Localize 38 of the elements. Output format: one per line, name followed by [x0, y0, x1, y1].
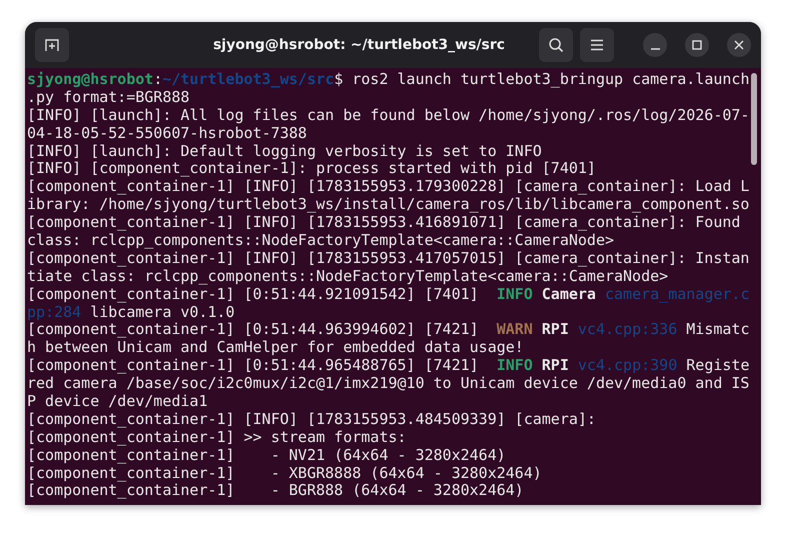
terminal-line: ibrary: /home/sjyong/turtlebot3_ws/install/camera_ros/lib/libcamera_component.so — [27, 196, 750, 214]
minimize-button[interactable] — [643, 33, 667, 57]
scrollbar-thumb[interactable] — [751, 73, 758, 165]
menu-button[interactable] — [580, 28, 614, 62]
terminal-line: sjyong@hsrobot:~/turtlebot3_ws/src$ ros2 launch turtlebot3_bringup camera.launch — [27, 71, 750, 89]
terminal-line: [component_container-1] [0:51:44.965488765] [7421] INFO RPI vc4.cpp:390 Registe — [27, 357, 750, 376]
terminal-line: [INFO] [launch]: All log files can be found below /home/sjyong/.ros/log/2026-07- — [27, 106, 750, 125]
minimize-icon — [650, 48, 660, 50]
new-tab-icon — [44, 37, 60, 53]
terminal-line: [INFO] [component_container-1]: process started with pid [7401] — [27, 160, 596, 178]
terminal-line: tiate class: rclcpp_components::NodeFactoryTemplate<camera::CameraNode> — [27, 268, 668, 286]
search-button[interactable] — [539, 28, 573, 62]
terminal-line: [component_container-1] >> stream formats: — [27, 428, 406, 447]
terminal-line: .py format:=BGR888 — [27, 88, 190, 107]
terminal-line: [INFO] [launch]: Default logging verbosity is set to INFO — [27, 142, 542, 160]
terminal-line: red camera /base/soc/i2c0mux/i2c@1/imx219@10 to Unicam device /dev/media0 and IS — [27, 375, 750, 394]
terminal-line: [component_container-1] - BGR888 (64x64 - 3280x2464) — [27, 482, 524, 500]
terminal-line: [component_container-1] [INFO] [1783155953.417057015] [camera_container]: Instan — [27, 250, 750, 268]
window-title: sjyong@hsrobot: ~/turtlebot3_ws/src — [212, 37, 506, 53]
terminal-line: [component_container-1] - NV21 (64x64 - 3280x2464) — [27, 446, 506, 465]
terminal-line: [component_container-1] [INFO] [1783155953.484509339] [camera]: — [27, 410, 596, 429]
terminal-line: h between Unicam and CamHelper for embedded data usage! — [27, 339, 524, 358]
terminal-line: pp:284 libcamera v0.1.0 — [27, 304, 235, 322]
terminal-line: 04-18-05-52-550607-hsrobot-7388 — [27, 124, 307, 143]
terminal-line: [component_container-1] - XBGR8888 (64x64 - 3280x2464) — [27, 464, 542, 482]
close-icon — [734, 40, 744, 50]
search-icon — [548, 37, 564, 53]
terminal-line: [component_container-1] [0:51:44.921091542] [7401] INFO Camera camera_manager.c — [27, 286, 750, 304]
terminal-line: P device /dev/media1 — [27, 393, 208, 411]
new-tab-button[interactable] — [35, 28, 69, 62]
menu-icon — [590, 39, 604, 51]
maximize-icon — [692, 40, 702, 50]
maximize-button[interactable] — [685, 33, 709, 57]
terminal-line: [component_container-1] [0:51:44.963994602] [7421] WARN RPI vc4.cpp:336 Mismatc — [27, 321, 750, 340]
terminal-line: [component_container-1] [INFO] [1783155953.179300228] [camera_container]: Load L — [27, 178, 750, 196]
terminal-line: [component_container-1] [INFO] [1783155953.416891071] [camera_container]: Found — [27, 214, 742, 232]
close-button[interactable] — [727, 33, 751, 57]
terminal-line: class: rclcpp_components::NodeFactoryTemplate<camera::CameraNode> — [27, 232, 614, 250]
